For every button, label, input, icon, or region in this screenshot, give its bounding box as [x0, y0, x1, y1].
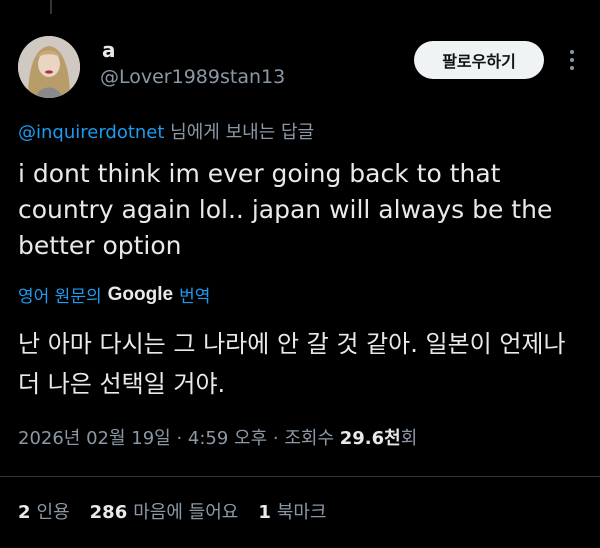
likes-stat[interactable]: 286 마음에 들어요	[90, 498, 239, 524]
bookmarks-label: 북마크	[276, 502, 327, 523]
bookmarks-stat[interactable]: 1 북마크	[258, 498, 326, 524]
thread-connector-line	[50, 0, 52, 14]
avatar-image	[18, 36, 80, 98]
views-suffix: 회	[400, 428, 418, 449]
display-name[interactable]: a	[102, 38, 116, 62]
tweet-text: i dont think im ever going back to that …	[18, 159, 553, 260]
replying-to: @inquirerdotnet 님에게 보내는 답글	[18, 118, 314, 144]
quotes-label: 인용	[36, 502, 70, 523]
likes-label: 마음에 들어요	[133, 502, 239, 523]
quotes-stat[interactable]: 2 인용	[18, 498, 70, 524]
divider	[0, 476, 600, 477]
translation-suffix: 번역	[179, 287, 211, 307]
timestamp[interactable]: 2026년 02월 19일 · 4:59 오후 · 조회수	[18, 428, 340, 449]
google-logo: Google	[107, 283, 174, 305]
follow-button[interactable]: 팔로우하기	[414, 41, 544, 79]
views-count: 29.6천	[339, 428, 401, 449]
tweet-header: a @Lover1989stan13 팔로우하기	[18, 36, 584, 100]
likes-count: 286	[89, 502, 128, 523]
translated-text: 난 아마 다시는 그 나라에 안 갈 것 같아. 일본이 언제나 더 나은 선택…	[18, 330, 566, 398]
translation-prefix: 영어 원문의	[18, 287, 102, 307]
reply-suffix: 님에게 보내는 답글	[164, 122, 315, 143]
translation-attribution[interactable]: 영어 원문의 Google 번역	[18, 282, 211, 308]
bookmarks-count: 1	[258, 502, 271, 523]
quotes-count: 2	[18, 502, 31, 523]
avatar[interactable]	[18, 36, 80, 98]
reply-mention-link[interactable]: @inquirerdotnet	[18, 122, 164, 143]
engagement-stats: 2 인용 286 마음에 들어요 1 북마크	[18, 498, 327, 524]
user-handle[interactable]: @Lover1989stan13	[100, 66, 285, 88]
more-options-icon[interactable]	[562, 46, 582, 74]
tweet-metadata: 2026년 02월 19일 · 4:59 오후 · 조회수 29.6천회	[18, 424, 417, 450]
